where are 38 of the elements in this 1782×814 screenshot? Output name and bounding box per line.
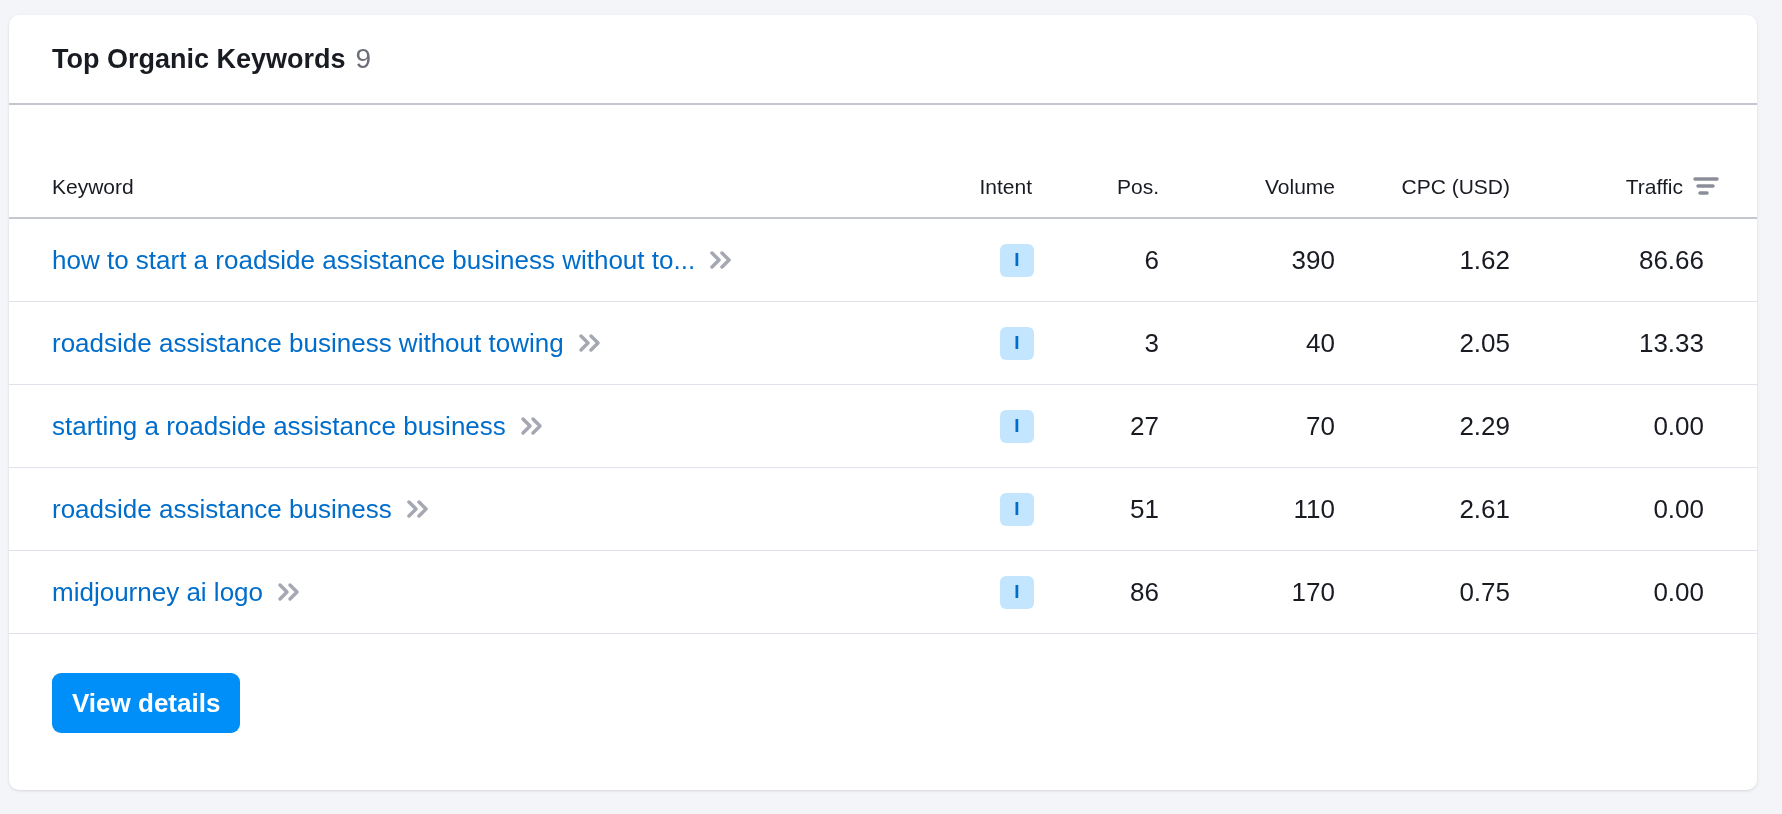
column-header[interactable]: Keyword bbox=[52, 175, 930, 199]
column-header[interactable]: Pos. bbox=[1040, 175, 1167, 199]
cpc-cell-text: 2.61 bbox=[1458, 493, 1511, 525]
position-cell-text: 3 bbox=[1143, 327, 1160, 359]
position-cell-text: 51 bbox=[1129, 493, 1160, 525]
volume-cell-text: 40 bbox=[1305, 327, 1336, 359]
column-header[interactable]: Traffic bbox=[1518, 175, 1727, 199]
column-header[interactable]: Intent bbox=[930, 175, 1040, 199]
cpc-cell-text: 1.62 bbox=[1458, 244, 1511, 276]
intent-badge: I bbox=[1000, 409, 1034, 443]
volume-cell-text: 390 bbox=[1290, 244, 1336, 276]
volume-cell-text: 110 bbox=[1292, 493, 1336, 525]
keyword-link[interactable]: roadside assistance business without towing bbox=[52, 327, 564, 359]
card-title: Top Organic Keywords bbox=[52, 43, 346, 75]
traffic-cell-text: 0.00 bbox=[1652, 493, 1705, 525]
traffic-cell-text: 13.33 bbox=[1637, 327, 1705, 359]
position-cell-text: 6 bbox=[1143, 244, 1160, 276]
traffic-cell-text: 0.00 bbox=[1652, 410, 1705, 442]
traffic-cell-text: 86.66 bbox=[1637, 244, 1705, 276]
traffic-cell-text: 0.00 bbox=[1652, 576, 1705, 608]
cpc-cell-text: 2.05 bbox=[1458, 327, 1511, 359]
position-cell-text: 27 bbox=[1129, 410, 1160, 442]
keyword-link[interactable]: starting a roadside assistance business bbox=[52, 410, 506, 442]
keyword-count: 9 bbox=[355, 43, 372, 75]
position-cell-text: 86 bbox=[1129, 576, 1160, 608]
volume-cell-text: 70 bbox=[1305, 410, 1336, 442]
keyword-link[interactable]: how to start a roadside assistance business without to... bbox=[52, 244, 696, 276]
intent-badge: I bbox=[1000, 575, 1034, 609]
column-header[interactable]: CPC (USD) bbox=[1343, 175, 1518, 199]
intent-badge: I bbox=[1000, 243, 1034, 277]
cpc-cell-text: 0.75 bbox=[1458, 576, 1511, 608]
column-header[interactable]: Volume bbox=[1167, 175, 1343, 199]
intent-badge: I bbox=[1000, 326, 1034, 360]
cpc-cell-text: 2.29 bbox=[1458, 410, 1511, 442]
keyword-link[interactable]: roadside assistance business bbox=[52, 493, 392, 525]
volume-cell-text: 170 bbox=[1290, 576, 1336, 608]
keyword-link[interactable]: midjourney ai logo bbox=[52, 576, 263, 608]
intent-badge: I bbox=[1000, 492, 1034, 526]
